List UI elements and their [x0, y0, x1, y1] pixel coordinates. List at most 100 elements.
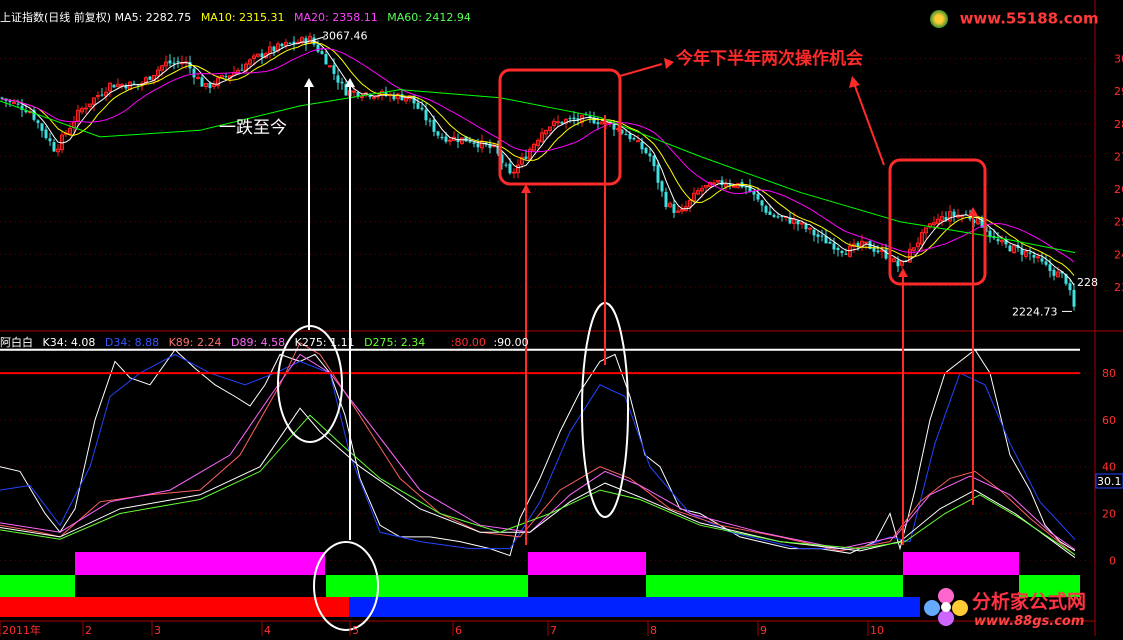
candle-body-down — [628, 133, 632, 140]
candle-body-up — [12, 101, 16, 104]
pointer-line-1 — [619, 63, 663, 77]
indicator-tick-label: 0 — [1109, 554, 1116, 567]
d34-value: D34: 8.88 — [104, 336, 160, 349]
candle-body-down — [472, 142, 476, 144]
signal-bar-green — [326, 575, 528, 597]
candle-body-down — [836, 247, 840, 250]
x-tick-label: 9 — [760, 624, 767, 636]
candle-body-down — [560, 121, 564, 124]
level80-value: :80.00 — [450, 336, 486, 349]
bottom-site-text: www.88gs.com — [974, 614, 1085, 629]
candle-body-down — [8, 101, 12, 103]
candle-body-down — [772, 214, 776, 217]
price-tick-label: 24 — [1114, 248, 1123, 261]
candle-body-down — [1044, 261, 1048, 265]
candle-body-down — [320, 51, 324, 54]
candle-body-down — [952, 211, 956, 216]
candle-body-down — [40, 123, 44, 131]
signal-bar-magenta — [75, 552, 325, 575]
brand-text: 分析家公式网 — [972, 591, 1087, 613]
candle-body-down — [648, 153, 652, 157]
top-site-text: www.55188.com — [959, 9, 1099, 28]
candle-body-down — [804, 223, 808, 230]
candle-body-down — [504, 164, 508, 166]
candle-body-down — [200, 77, 204, 87]
candle-body-up — [808, 227, 812, 230]
candle-body-down — [112, 84, 116, 88]
x-tick-label: 2011年 — [2, 623, 41, 636]
candle-body-down — [148, 76, 152, 80]
candle-body-up — [372, 96, 376, 99]
candle-body-down — [752, 191, 756, 195]
top-watermark: www.55188.com — [930, 8, 1099, 28]
signal-bar-magenta — [528, 552, 646, 575]
candle-body-down — [208, 83, 212, 88]
x-tick-label: 4 — [264, 624, 271, 636]
candle-body-up — [352, 90, 356, 93]
candle-body-down — [796, 220, 800, 225]
candle-body-down — [1048, 264, 1052, 271]
candle-body-down — [828, 241, 832, 244]
d34-line — [0, 353, 1076, 550]
price-tick-label: 27 — [1114, 150, 1123, 163]
chart-svg: 3067.462224.7322830.1一跌至今今年下半年两次操作机会 302… — [0, 0, 1123, 637]
candle-body-down — [316, 44, 320, 52]
signal-bar-green — [646, 575, 903, 597]
x-tick-label: 5 — [352, 624, 359, 636]
candle-body-down — [1052, 269, 1056, 276]
candle-body-down — [672, 204, 676, 213]
candle-body-down — [856, 242, 860, 247]
candle-body-down — [224, 76, 228, 78]
x-tick-label: 7 — [550, 624, 557, 636]
signal-bar-blue — [349, 597, 920, 617]
candle-body-down — [172, 62, 176, 64]
candle-body-down — [424, 109, 428, 121]
candle-body-down — [100, 94, 104, 96]
indicator-tick-label: 40 — [1102, 461, 1116, 474]
candle-body-down — [1040, 258, 1044, 262]
candle-body-up — [800, 222, 804, 225]
candle-body-down — [568, 118, 572, 120]
level90-value: :90.00 — [493, 336, 529, 349]
candle-body-down — [272, 46, 276, 52]
candle-body-up — [84, 107, 88, 110]
candle-body-down — [176, 61, 180, 63]
candle-body-down — [416, 102, 420, 109]
candle-body-up — [328, 65, 332, 68]
candle-body-down — [192, 68, 196, 78]
annotations-layer: 3067.46 2224.73 228 30.1 一跌至今 今年下半年两次操作机会 — [219, 30, 1123, 631]
d89-line — [0, 353, 1076, 551]
d89-value: D89: 4.58 — [230, 336, 286, 349]
opportunity-label: 今年下半年两次操作机会 — [676, 48, 863, 69]
candle-body-down — [760, 200, 764, 206]
pointer-head-2 — [849, 76, 860, 88]
candle-body-down — [896, 260, 900, 267]
candle-body-down — [524, 156, 528, 159]
candle-body-down — [844, 253, 848, 255]
candle-body-down — [44, 129, 48, 139]
candle-body-down — [340, 81, 344, 84]
candle-body-up — [1036, 256, 1040, 259]
candle-body-down — [996, 239, 1000, 242]
indicator-tick-label: 20 — [1102, 508, 1116, 521]
candle-body-down — [304, 38, 308, 44]
last-price-label: 2224.73 — [1012, 305, 1058, 318]
candle-body-down — [336, 75, 340, 83]
pointer-line-2 — [854, 85, 885, 166]
signal-bar-green — [0, 575, 75, 597]
candle-body-down — [876, 250, 880, 253]
candle-body-down — [420, 107, 424, 110]
candle-body-down — [332, 65, 336, 74]
ma20-value: MA20: 2358.11 — [294, 11, 378, 24]
candle-body-down — [168, 60, 172, 64]
candle-body-down — [872, 248, 876, 252]
candle-body-down — [240, 69, 244, 71]
ma10-value: MA10: 2315.31 — [200, 11, 285, 24]
ma5-value: MA5: 2282.75 — [114, 11, 192, 24]
candle-body-down — [444, 136, 448, 142]
k275-value: K275: 1.11 — [294, 336, 355, 349]
bottom-watermark: 分析家公式网 www.88gs.com — [922, 584, 1123, 636]
candle-body-down — [720, 180, 724, 186]
candle-body-down — [664, 191, 668, 207]
grid-layer — [0, 0, 1123, 636]
